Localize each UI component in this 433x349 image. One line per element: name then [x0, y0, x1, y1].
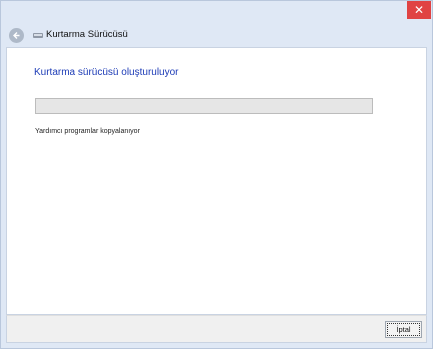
close-button[interactable]: ✕ — [407, 1, 431, 19]
window-title: Kurtarma Sürücüsü — [46, 29, 128, 40]
title-bar: ✕ Kurtarma Sürücüsü — [1, 1, 432, 47]
content-area: Kurtarma sürücüsü oluşturuluyor Yardımcı… — [6, 47, 427, 315]
progress-bar — [35, 98, 373, 114]
recovery-drive-window: ✕ Kurtarma Sürücüsü Kurtarma sürücüsü ol… — [0, 0, 433, 349]
status-text: Yardımcı programlar kopyalanıyor — [35, 128, 140, 135]
cancel-button[interactable]: İptal — [385, 321, 422, 338]
footer-bar: İptal — [6, 315, 427, 343]
page-heading: Kurtarma sürücüsü oluşturuluyor — [34, 67, 179, 78]
back-arrow-icon — [13, 32, 20, 39]
back-button[interactable] — [9, 28, 24, 43]
drive-icon — [33, 33, 43, 38]
